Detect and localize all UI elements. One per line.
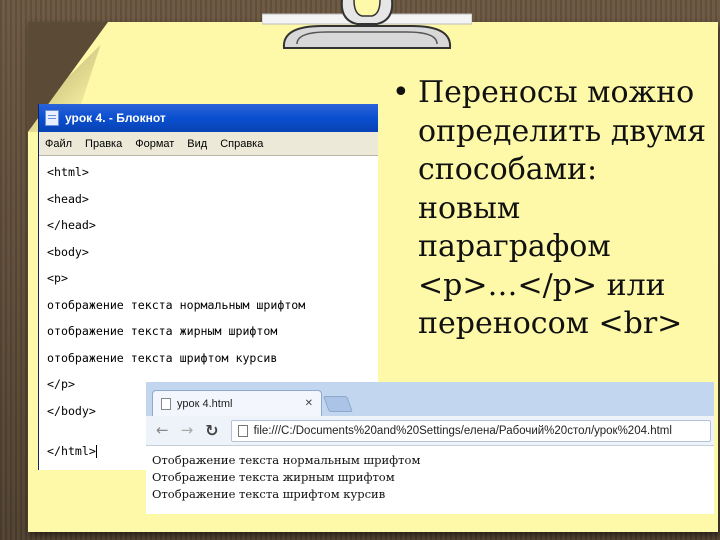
content-line: Отображение текста нормальным шрифтом [152,453,421,467]
bullet-text: Переносы можно определить двумя способам… [418,75,707,341]
address-text: file:///C:/Documents%20and%20Settings/ел… [253,424,672,437]
browser-content: Отображение текста нормальным шрифтом От… [146,446,714,503]
reload-icon[interactable]: ↻ [205,422,218,439]
content-line: Отображение текста жирным шрифтом [152,470,395,484]
code-line: отображение текста шрифтом курсив [47,350,278,365]
page-icon [237,424,248,437]
browser-tabstrip: урок 4.html ✕ [146,382,714,416]
code-line: </html> [47,444,96,458]
code-line: </head> [47,218,96,232]
code-line: <html> [47,165,89,179]
address-bar[interactable]: file:///C:/Documents%20and%20Settings/ел… [230,419,711,442]
menu-edit[interactable]: Правка [85,138,122,150]
file-icon [161,397,171,410]
code-line: <p> [47,271,68,285]
notepad-icon [45,110,59,126]
notepad-titlebar[interactable]: урок 4. - Блокнот [39,104,378,132]
back-arrow-icon[interactable]: ← [156,423,169,438]
browser-tab[interactable]: урок 4.html ✕ [152,390,322,416]
menu-file[interactable]: Файл [45,138,72,150]
close-icon[interactable]: ✕ [305,398,313,409]
browser-toolbar: ← → ↻ file:///C:/Documents%20and%20Setti… [146,416,714,446]
paper-clip-icon [262,0,472,49]
menu-format[interactable]: Формат [135,138,174,150]
notepad-title: урок 4. - Блокнот [65,111,166,125]
code-line: отображение текста жирным шрифтом [47,324,278,338]
menu-help[interactable]: Справка [220,138,263,150]
text-caret [95,445,97,458]
bullet-marker: • [392,75,410,110]
code-line: <head> [47,191,89,206]
forward-arrow-icon[interactable]: → [181,423,194,438]
new-tab-button[interactable] [323,396,353,412]
notepad-menubar: Файл Правка Формат Вид Справка [39,132,378,156]
browser-window: урок 4.html ✕ ← → ↻ file:///C:/Documents… [146,382,714,514]
menu-view[interactable]: Вид [187,138,207,150]
tab-title: урок 4.html [177,397,233,410]
content-line: Отображение текста шрифтом курсив [152,487,386,501]
code-line: <body> [47,244,89,259]
code-line: отображение текста нормальным шрифтом [47,297,306,312]
